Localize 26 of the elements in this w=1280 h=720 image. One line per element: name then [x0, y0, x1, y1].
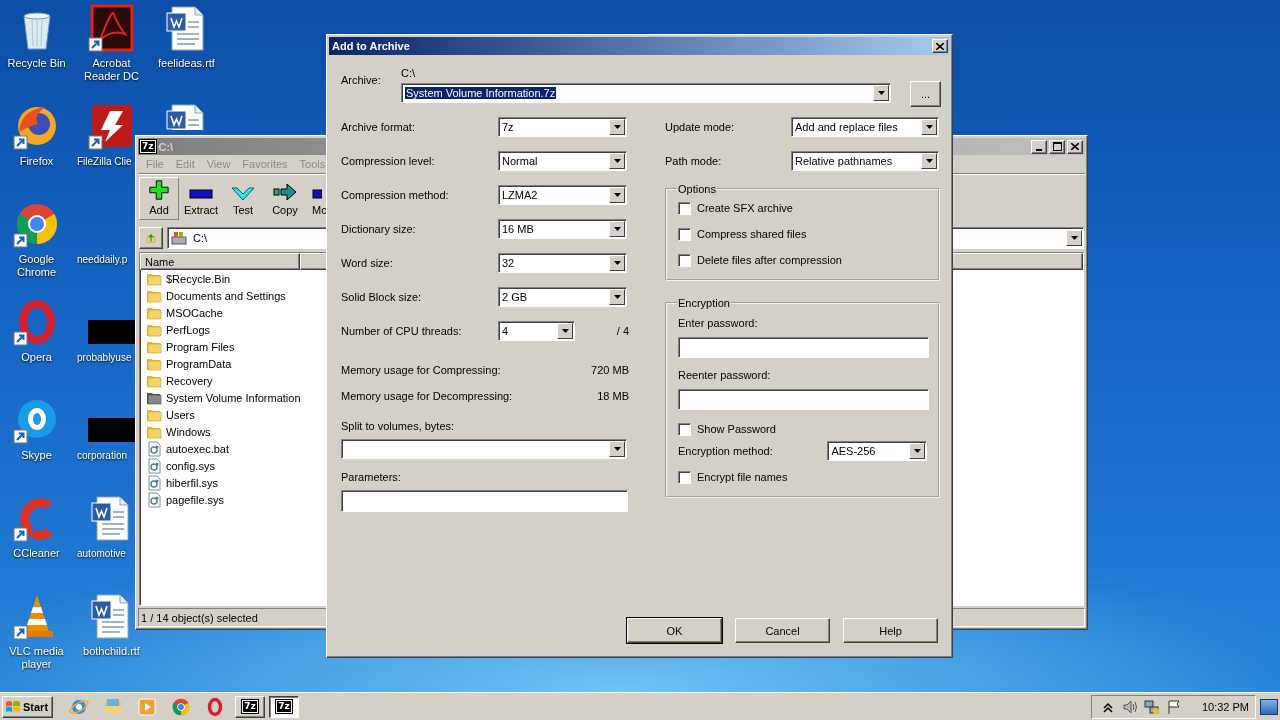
thread-count: / 4: [616, 325, 629, 337]
field-label: Enter password:: [678, 316, 759, 330]
field-label: Memory usage for Compressing:: [341, 364, 501, 376]
field-label: Parameters:: [341, 470, 402, 484]
field-label: Number of CPU threads:: [341, 325, 463, 337]
field-label: Memory usage for Decompressing:: [341, 390, 513, 402]
field-label: Path mode:: [665, 154, 723, 167]
group-title: Options: [677, 183, 717, 195]
field-label: Word size:: [341, 257, 394, 269]
group-title: Encryption: [677, 297, 731, 309]
field-label: Archive:: [341, 74, 382, 86]
memory-value: 720 MB: [591, 364, 629, 376]
field-label: Split to volumes, bytes:: [341, 419, 456, 433]
memory-value: 18 MB: [597, 390, 629, 402]
window-title: Add to Archive: [332, 40, 410, 52]
field-label: Compression method:: [341, 189, 450, 201]
window-title: C:\: [158, 140, 174, 153]
field-label: Update mode:: [665, 121, 736, 133]
field-label: Encryption method:: [678, 445, 774, 457]
field-label: Archive format:: [341, 121, 416, 133]
field-label: Dictionary size:: [341, 223, 417, 235]
field-label: Compression level:: [341, 155, 436, 167]
app-logo: 7z: [140, 140, 156, 153]
field-label: Solid Block size:: [341, 291, 423, 303]
folder-path: C:\: [401, 67, 417, 81]
field-label: Reenter password:: [678, 368, 772, 382]
